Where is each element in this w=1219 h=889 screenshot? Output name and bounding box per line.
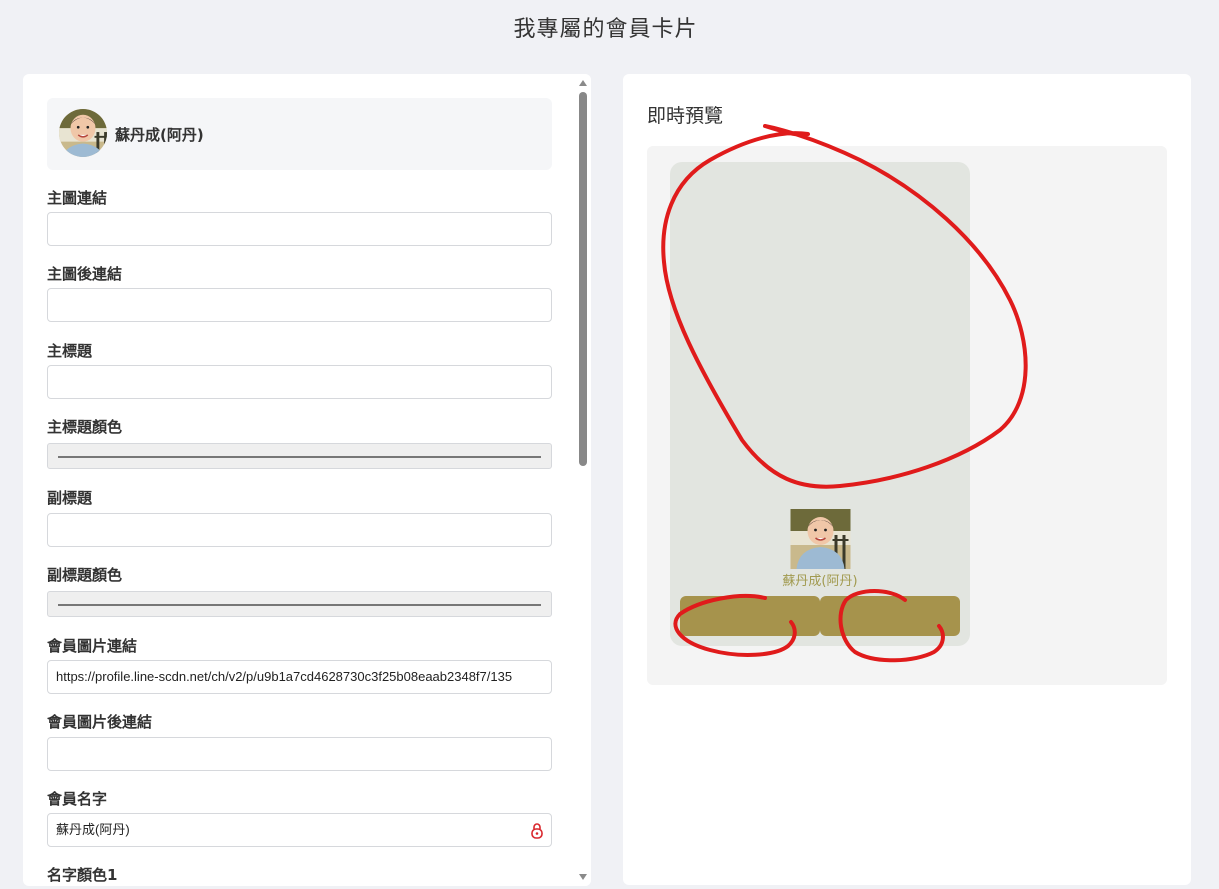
- avatar: [59, 109, 107, 157]
- card-member-photo: [790, 509, 851, 569]
- subtitle-label: 副標題: [47, 489, 93, 507]
- member-name-input[interactable]: 蘇丹成(阿丹): [47, 813, 552, 847]
- scroll-up-icon[interactable]: [579, 80, 587, 86]
- main-image-back-link-input[interactable]: [47, 288, 552, 322]
- member-name-label: 會員名字: [47, 790, 108, 808]
- main-title-label: 主標題: [47, 342, 93, 360]
- subtitle-color-picker[interactable]: [47, 591, 552, 617]
- main-title-color-label: 主標題顏色: [47, 418, 123, 436]
- subtitle-color-label: 副標題顏色: [47, 566, 123, 584]
- member-image-link-label: 會員圖片連結: [47, 637, 138, 655]
- member-name-value: 蘇丹成(阿丹): [56, 822, 130, 837]
- live-preview-panel: 即時預覽 蘇丹成(阿丹): [623, 74, 1191, 885]
- main-image-back-link-label: 主圖後連結: [47, 265, 123, 283]
- member-card-preview: 蘇丹成(阿丹): [670, 162, 970, 646]
- lock-icon: [531, 823, 543, 839]
- member-image-link-input[interactable]: https://profile.line-scdn.net/ch/v2/p/u9…: [47, 660, 552, 694]
- scroll-down-icon[interactable]: [579, 874, 587, 880]
- member-card-form-panel: 蘇丹成(阿丹) 主圖連結 主圖後連結 主標題 主標題顏色 副標題 副標題顏色 會…: [23, 74, 591, 886]
- main-image-link-input[interactable]: [47, 212, 552, 246]
- member-image-back-link-label: 會員圖片後連結: [47, 713, 153, 731]
- card-button-left[interactable]: [680, 596, 820, 636]
- scrollbar-thumb[interactable]: [579, 92, 587, 466]
- card-member-name: 蘇丹成(阿丹): [782, 574, 858, 589]
- main-title-color-picker[interactable]: [47, 443, 552, 469]
- main-image-link-label: 主圖連結: [47, 189, 108, 207]
- preview-area: 蘇丹成(阿丹): [647, 146, 1167, 685]
- form-scrollbar[interactable]: [576, 74, 591, 886]
- card-button-right[interactable]: [820, 596, 960, 636]
- name-color-1-label: 名字顏色1: [47, 866, 118, 884]
- preview-title: 即時預覽: [647, 105, 724, 127]
- main-title-input[interactable]: [47, 365, 552, 399]
- subtitle-input[interactable]: [47, 513, 552, 547]
- member-image-back-link-input[interactable]: [47, 737, 552, 771]
- page-title: 我專屬的會員卡片: [513, 17, 698, 42]
- form-scroll-area: 蘇丹成(阿丹) 主圖連結 主圖後連結 主標題 主標題顏色 副標題 副標題顏色 會…: [23, 74, 576, 886]
- profile-header: 蘇丹成(阿丹): [47, 98, 552, 170]
- profile-name: 蘇丹成(阿丹): [115, 126, 204, 144]
